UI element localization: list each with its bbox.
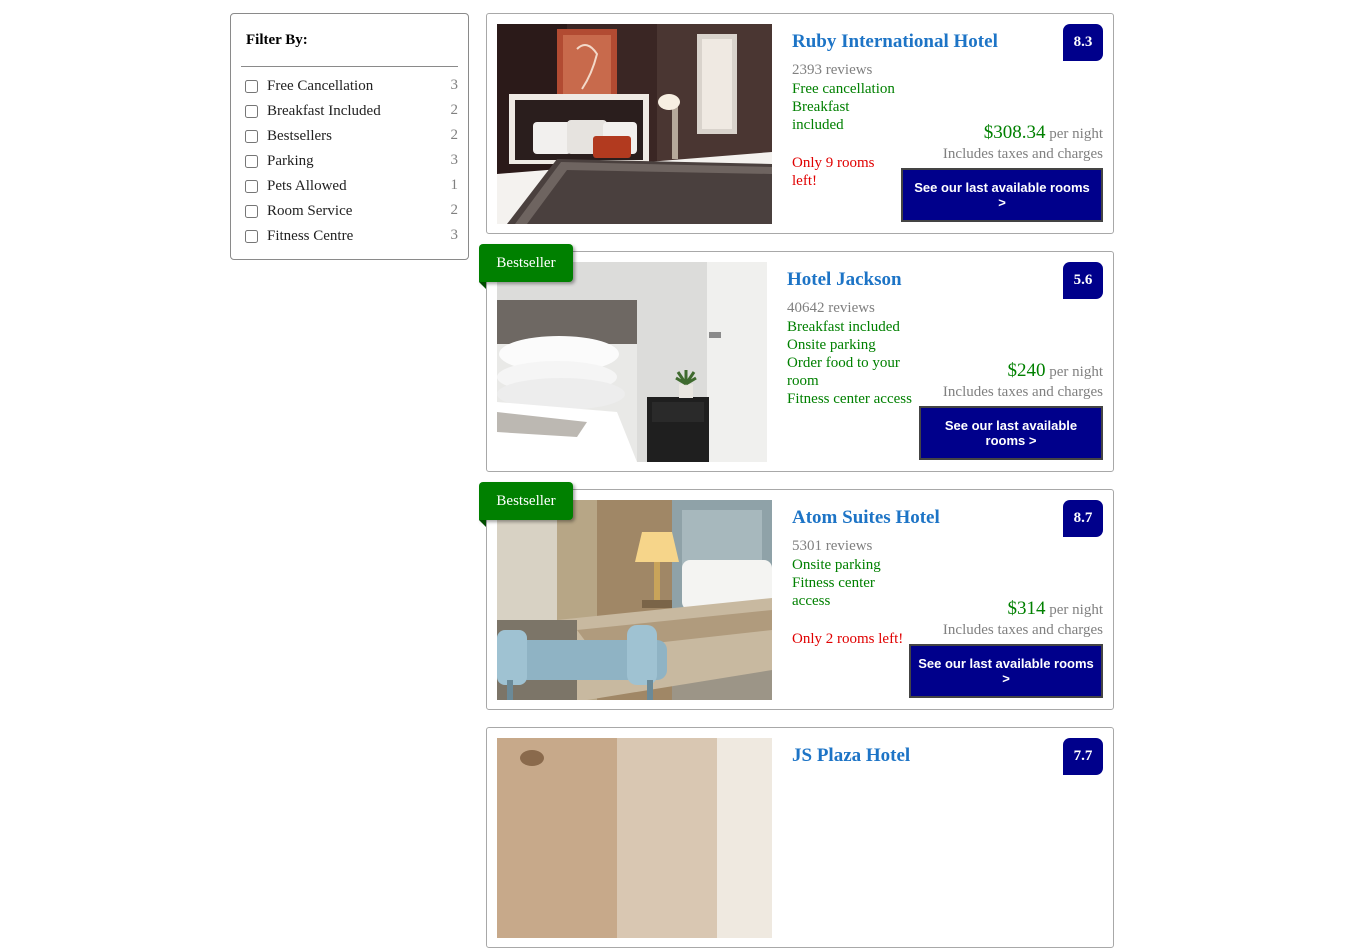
hotel-reviews: 5301 reviews bbox=[792, 538, 873, 554]
filter-label: Breakfast Included bbox=[267, 103, 381, 119]
hotel-features: Free cancellation Breakfast included bbox=[792, 80, 895, 134]
hotel-name-link[interactable]: Ruby International Hotel bbox=[792, 31, 998, 53]
filter-room-service-checkbox[interactable] bbox=[245, 205, 258, 218]
hotel-feature: Onsite parking bbox=[792, 557, 881, 573]
filter-count: 3 bbox=[450, 227, 459, 243]
hotel-scarcity-line: Only 2 rooms left! bbox=[792, 631, 904, 647]
filter-label: Free Cancellation bbox=[267, 78, 374, 94]
filter-free-cancellation[interactable]: Free Cancellation 3 bbox=[241, 77, 459, 103]
hotel-reviews: 40642 reviews bbox=[787, 300, 875, 316]
hotel-price-unit: per night bbox=[1049, 364, 1103, 380]
filter-parking-checkbox[interactable] bbox=[245, 155, 258, 168]
hotel-features: Onsite parking Fitness center access bbox=[792, 556, 881, 610]
filter-free-cancellation-checkbox[interactable] bbox=[245, 80, 258, 93]
filter-bestsellers[interactable]: Bestsellers 2 bbox=[241, 127, 459, 153]
hotel-taxes-note: Includes taxes and charges bbox=[942, 384, 1103, 400]
filter-count: 3 bbox=[450, 152, 459, 168]
hotel-feature: access bbox=[792, 593, 831, 609]
hotel-feature: Breakfast bbox=[792, 99, 850, 115]
hotel-feature: Free cancellation bbox=[792, 81, 895, 97]
filter-room-service[interactable]: Room Service 2 bbox=[241, 202, 459, 228]
filter-pets-allowed[interactable]: Pets Allowed 1 bbox=[241, 177, 459, 203]
hotel-photo[interactable] bbox=[497, 738, 772, 938]
hotel-score-badge: 8.7 bbox=[1063, 500, 1103, 537]
filter-parking[interactable]: Parking 3 bbox=[241, 152, 459, 178]
filter-panel: Filter By: Free Cancellation 3 Breakfast… bbox=[230, 13, 469, 260]
hotel-feature: Onsite parking bbox=[787, 337, 876, 353]
bestseller-ribbon-label: Bestseller bbox=[496, 254, 556, 271]
filter-count: 2 bbox=[450, 102, 459, 118]
filter-title: Filter By: bbox=[246, 32, 308, 48]
filter-bestsellers-checkbox[interactable] bbox=[245, 130, 258, 143]
filter-pets-allowed-checkbox[interactable] bbox=[245, 180, 258, 193]
hotel-scarcity-line: left! bbox=[792, 173, 817, 189]
hotel-name-link[interactable]: JS Plaza Hotel bbox=[792, 745, 910, 767]
hotel-card: Atom Suites Hotel 8.7 5301 reviews Onsit… bbox=[486, 489, 1114, 710]
bestseller-ribbon: Bestseller bbox=[479, 244, 573, 289]
hotel-photo[interactable] bbox=[497, 500, 772, 700]
filter-label: Room Service bbox=[267, 203, 353, 219]
hotel-taxes-note: Includes taxes and charges bbox=[942, 146, 1103, 162]
filter-count: 3 bbox=[450, 77, 459, 93]
hotel-price: $240 per night bbox=[1008, 360, 1104, 382]
hotel-scarcity: Only 2 rooms left! bbox=[792, 630, 903, 648]
hotel-card: JS Plaza Hotel 7.7 bbox=[486, 727, 1114, 948]
filter-label: Pets Allowed bbox=[267, 178, 347, 194]
hotel-scarcity: Only 9 rooms left! bbox=[792, 154, 875, 190]
hotel-card: Ruby International Hotel 8.3 2393 review… bbox=[486, 13, 1114, 234]
filter-fitness-centre[interactable]: Fitness Centre 3 bbox=[241, 227, 459, 253]
hotel-reviews: 2393 reviews bbox=[792, 62, 873, 78]
filter-count: 2 bbox=[450, 127, 459, 143]
hotel-feature: Fitness center access bbox=[787, 391, 912, 407]
hotel-feature: included bbox=[792, 117, 844, 133]
bestseller-ribbon: Bestseller bbox=[479, 482, 573, 527]
filter-fitness-centre-checkbox[interactable] bbox=[245, 230, 258, 243]
hotel-price-amount: $308.34 bbox=[983, 122, 1046, 143]
hotel-scarcity-line: Only 9 rooms bbox=[792, 155, 875, 171]
see-rooms-button[interactable]: See our last available rooms > bbox=[901, 168, 1103, 222]
filter-breakfast-included-checkbox[interactable] bbox=[245, 105, 258, 118]
hotel-price-amount: $240 bbox=[1007, 360, 1046, 381]
ribbon-fold bbox=[479, 520, 486, 527]
filter-label: Fitness Centre bbox=[267, 228, 354, 244]
hotel-price: $308.34 per night bbox=[984, 122, 1103, 144]
hotel-price-unit: per night bbox=[1049, 126, 1103, 142]
filter-count: 2 bbox=[450, 202, 459, 218]
hotel-score-badge: 7.7 bbox=[1063, 738, 1103, 775]
ribbon-fold bbox=[479, 282, 486, 289]
hotel-feature: Fitness center bbox=[792, 575, 875, 591]
filter-breakfast-included[interactable]: Breakfast Included 2 bbox=[241, 102, 459, 128]
hotel-name-link[interactable]: Atom Suites Hotel bbox=[792, 507, 940, 529]
see-rooms-button[interactable]: See our last available rooms > bbox=[909, 644, 1103, 698]
bestseller-ribbon-label: Bestseller bbox=[496, 492, 556, 509]
filter-label: Parking bbox=[267, 153, 314, 169]
hotel-features: Breakfast included Onsite parking Order … bbox=[787, 318, 912, 408]
hotel-score-badge: 8.3 bbox=[1063, 24, 1103, 61]
hotel-feature: Order food to your bbox=[787, 355, 900, 371]
filter-label: Bestsellers bbox=[267, 128, 332, 144]
hotel-taxes-note: Includes taxes and charges bbox=[942, 622, 1103, 638]
hotel-photo[interactable] bbox=[497, 262, 767, 462]
hotel-price: $314 per night bbox=[1008, 598, 1104, 620]
see-rooms-button[interactable]: See our last available rooms > bbox=[919, 406, 1103, 460]
filter-divider bbox=[241, 66, 458, 67]
hotel-feature: room bbox=[787, 373, 819, 389]
hotel-feature: Breakfast included bbox=[787, 319, 900, 335]
hotel-name-link[interactable]: Hotel Jackson bbox=[787, 269, 902, 291]
filter-count: 1 bbox=[450, 177, 459, 193]
hotel-photo[interactable] bbox=[497, 24, 772, 224]
filter-list: Free Cancellation 3 Breakfast Included 2… bbox=[241, 77, 459, 253]
hotel-price-unit: per night bbox=[1049, 602, 1103, 618]
hotel-price-amount: $314 bbox=[1007, 598, 1046, 619]
hotel-score-badge: 5.6 bbox=[1063, 262, 1103, 299]
hotel-card: Hotel Jackson 5.6 40642 reviews Breakfas… bbox=[486, 251, 1114, 472]
